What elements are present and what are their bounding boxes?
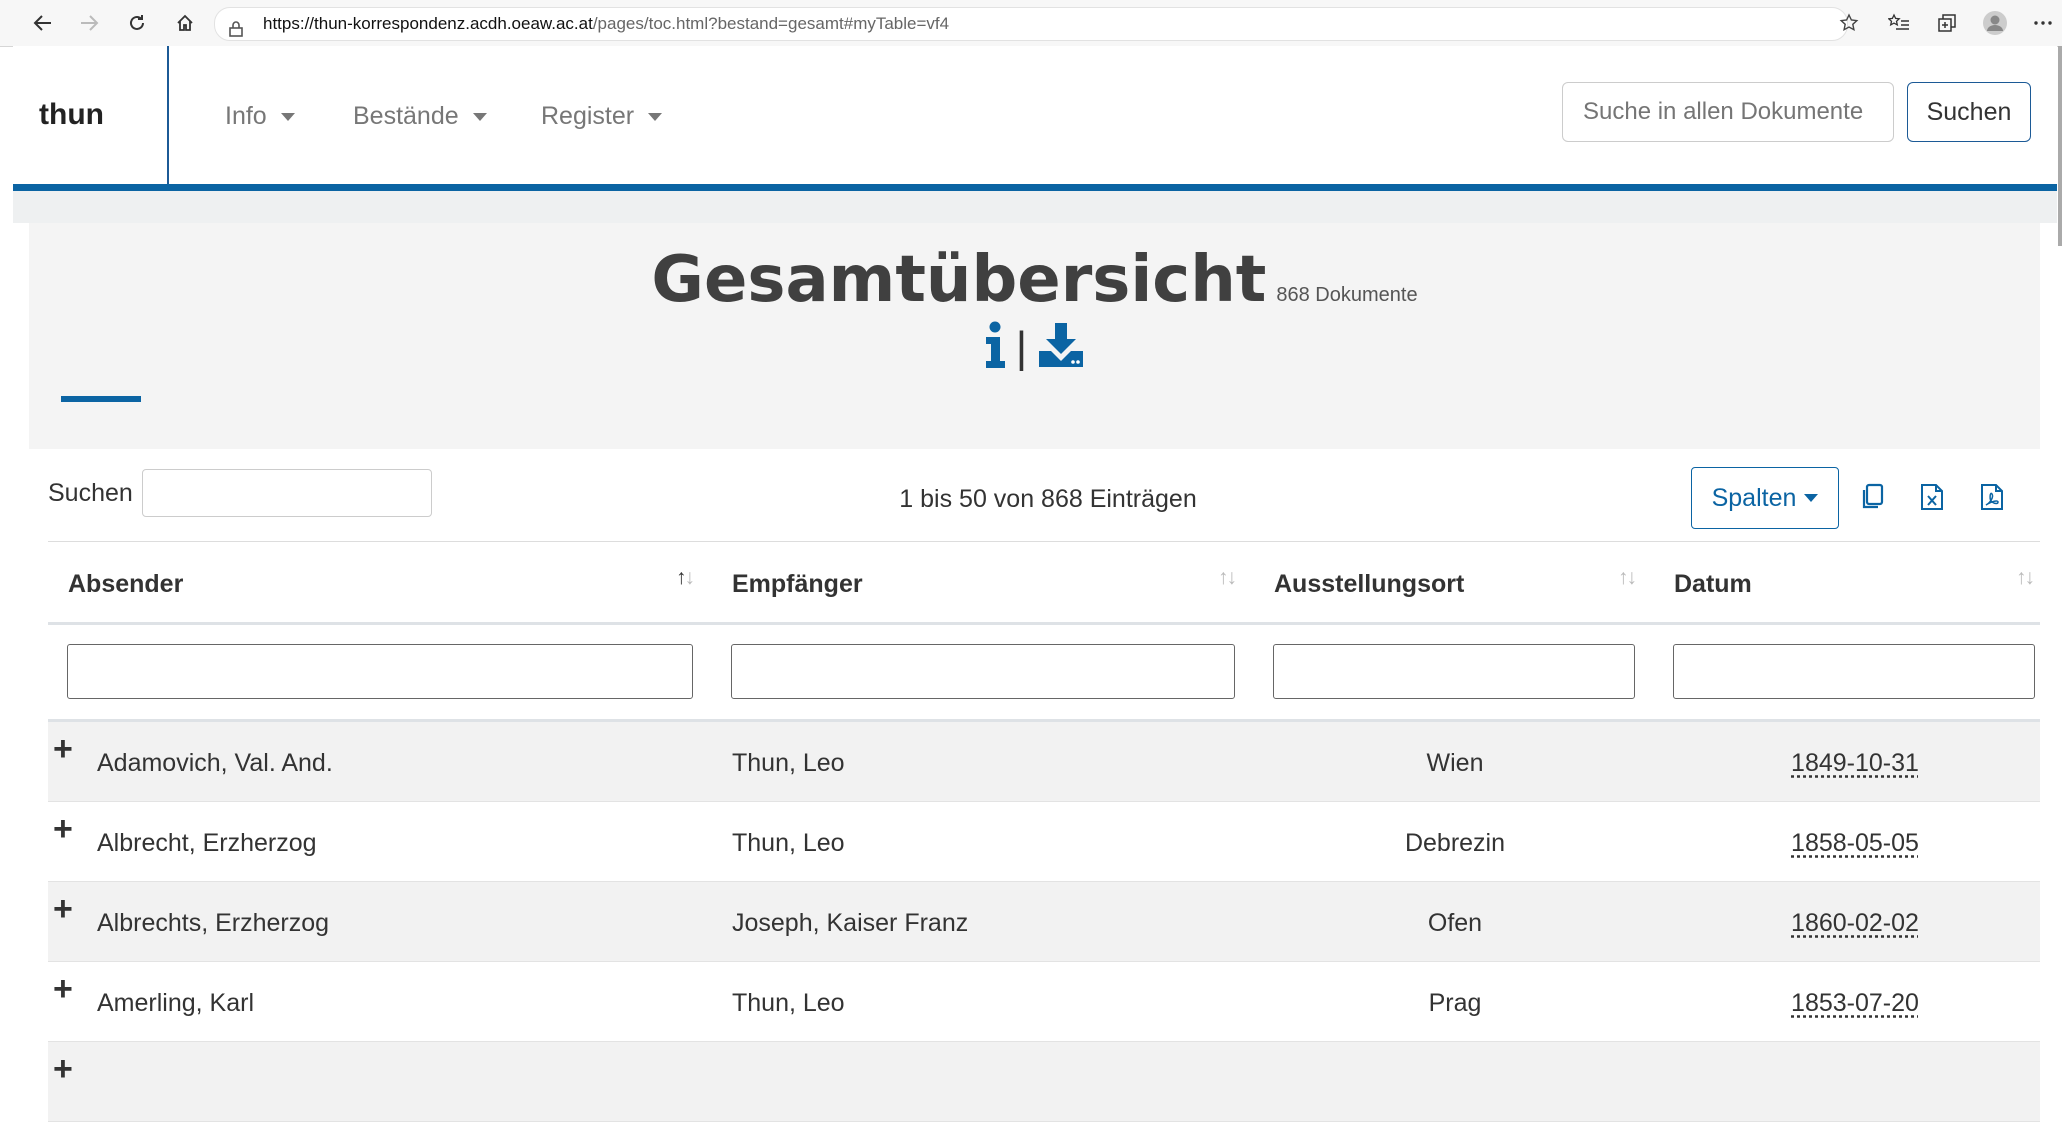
cell-ort: Ofen (1427, 909, 1483, 937)
caret-down-icon (1804, 494, 1819, 502)
filter-ort-input[interactable] (1273, 644, 1635, 699)
cell-datum: 1849-10-31 (1791, 749, 1919, 777)
info-icon[interactable] (984, 321, 1006, 374)
sort-icon[interactable]: ↑↓ (2016, 566, 2035, 590)
global-search-input[interactable] (1562, 82, 1894, 142)
cell-ort: Wien (1426, 749, 1484, 777)
site-navbar: thun Info Bestände Register Suchen (13, 46, 2057, 186)
home-icon[interactable] (170, 8, 200, 38)
expand-plus-icon[interactable]: + (53, 892, 73, 926)
forward-arrow-icon[interactable] (74, 8, 104, 38)
table-row[interactable]: + Albrecht, Erzherzog Thun, Leo Debrezin… (48, 802, 2040, 882)
favorites-list-icon[interactable] (1884, 8, 1914, 38)
table-controls: Suchen 1 bis 50 von 868 Einträgen Spalte… (48, 449, 2040, 541)
filter-absender-input[interactable] (67, 644, 693, 699)
brand-divider (167, 46, 169, 184)
header-accent-underline (61, 396, 141, 402)
table-row[interactable]: + Adamovich, Val. And. Thun, Leo Wien 18… (48, 722, 2040, 802)
cell-ort: Prag (1428, 989, 1482, 1017)
column-header-datum[interactable]: Datum (1674, 570, 1752, 599)
reload-icon[interactable] (122, 8, 152, 38)
table-row[interactable]: + Albrechts, Erzherzog Joseph, Kaiser Fr… (48, 882, 2040, 962)
cell-datum: 1858-05-05 (1791, 829, 1919, 857)
columns-dropdown-button[interactable]: Spalten (1691, 467, 1839, 529)
document-count: 868 Dokumente (1276, 284, 1418, 306)
download-icon[interactable] (1037, 321, 1085, 374)
excel-export-icon[interactable] (1920, 483, 1948, 513)
cell-absender: Amerling, Karl (97, 989, 254, 1017)
column-header-ausstellungsort[interactable]: Ausstellungsort (1274, 570, 1464, 599)
nav-register-label: Register (541, 102, 635, 130)
copy-icon[interactable] (1859, 483, 1887, 513)
favorite-star-icon[interactable] (1834, 8, 1864, 38)
navbar-accent-bar (13, 184, 2057, 191)
caret-down-icon (280, 112, 295, 121)
column-header-empfaenger[interactable]: Empfänger (732, 570, 863, 599)
expand-plus-icon[interactable]: + (53, 972, 73, 1006)
cell-empfaenger: Thun, Leo (732, 989, 845, 1017)
page-scrollbar[interactable] (2058, 46, 2062, 246)
columns-button-label: Spalten (1711, 483, 1797, 512)
caret-down-icon (472, 112, 487, 121)
caret-down-icon (648, 112, 663, 121)
cell-absender: Adamovich, Val. And. (97, 749, 333, 777)
expand-plus-icon[interactable]: + (53, 1052, 73, 1086)
cell-empfaenger: Thun, Leo (732, 829, 845, 857)
sort-icon[interactable]: ↑↓ (1618, 566, 1637, 590)
pdf-export-icon[interactable] (1980, 483, 2008, 513)
cell-empfaenger: Joseph, Kaiser Franz (732, 909, 969, 937)
header-actions: | (29, 321, 2040, 374)
expand-plus-icon[interactable]: + (53, 812, 73, 846)
cell-absender: Albrecht, Erzherzog (97, 829, 317, 857)
address-bar[interactable]: https://thun-korrespondenz.acdh.oeaw.ac.… (214, 7, 1848, 41)
sort-ascending-icon[interactable]: ↑↓ (676, 566, 695, 590)
page-title: Gesamtübersicht (651, 243, 1267, 317)
nav-info-label: Info (225, 102, 267, 130)
header-separator: | (1015, 322, 1028, 372)
nav-info-dropdown[interactable]: Info (225, 102, 295, 131)
title-wrap: Gesamtübersicht 868 Dokumente (29, 243, 2040, 317)
cell-absender: Albrechts, Erzherzog (97, 909, 330, 937)
browser-toolbar: https://thun-korrespondenz.acdh.oeaw.ac.… (0, 0, 2062, 47)
cell-empfaenger: Thun, Leo (732, 749, 845, 777)
table-row[interactable]: + Amerling, Karl Thun, Leo Prag 1853-07-… (48, 962, 2040, 1042)
brand-logo[interactable]: thun (39, 98, 104, 132)
more-options-icon[interactable] (2028, 8, 2058, 38)
cell-datum: 1853-07-20 (1791, 989, 1919, 1017)
sort-icon[interactable]: ↑↓ (1218, 566, 1237, 590)
nav-register-dropdown[interactable]: Register (541, 102, 663, 131)
expand-plus-icon[interactable]: + (53, 732, 73, 766)
lock-icon (229, 16, 243, 48)
nav-bestaende-dropdown[interactable]: Bestände (353, 102, 487, 131)
page-background-band (13, 191, 2057, 223)
collections-icon[interactable] (1932, 8, 1962, 38)
table-row[interactable]: + (48, 1042, 2040, 1122)
url-text: https://thun-korrespondenz.acdh.oeaw.ac.… (263, 14, 950, 33)
cell-ort: Debrezin (1404, 829, 1506, 857)
table-header-row: Absender ↑↓ Empfänger ↑↓ Ausstellungsort… (48, 541, 2040, 625)
filter-empfaenger-input[interactable] (731, 644, 1235, 699)
column-filter-row (48, 624, 2040, 722)
back-arrow-icon[interactable] (28, 8, 58, 38)
cell-datum: 1860-02-02 (1791, 909, 1919, 937)
filter-datum-input[interactable] (1673, 644, 2035, 699)
page-header: Gesamtübersicht 868 Dokumente | (29, 223, 2040, 449)
profile-avatar-icon[interactable] (1980, 8, 2010, 38)
column-header-absender[interactable]: Absender (68, 570, 183, 599)
global-search-button[interactable]: Suchen (1907, 82, 2031, 142)
nav-bestaende-label: Bestände (353, 102, 459, 130)
